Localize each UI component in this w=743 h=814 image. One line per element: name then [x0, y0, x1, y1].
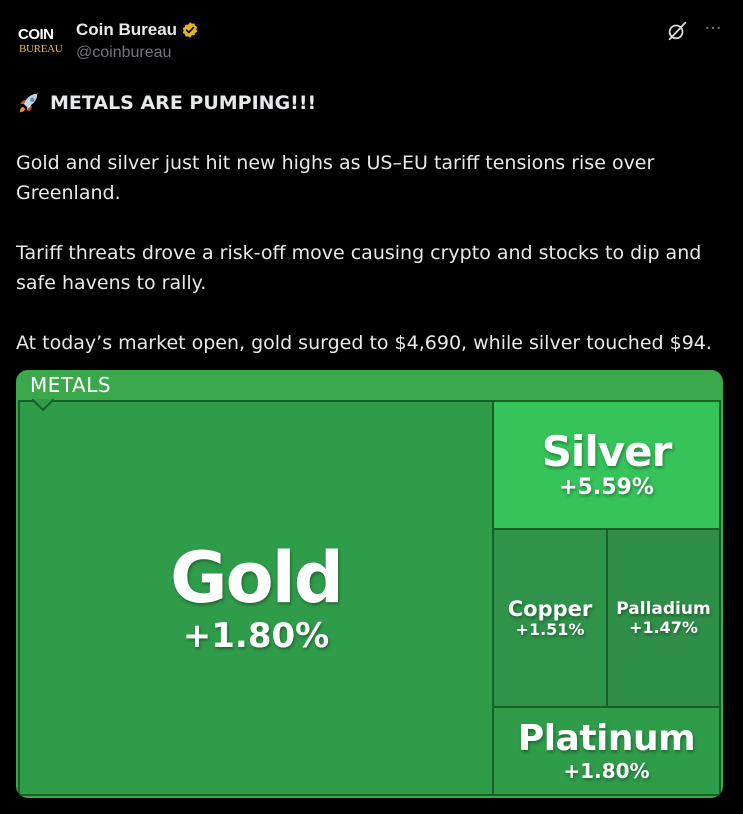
post-paragraph-2: Tariff threats drove a risk-off move cau… — [16, 242, 702, 294]
post-header: COIN BUREAU Coin Bureau @coinbureau ··· — [16, 16, 727, 72]
display-name[interactable]: Coin Bureau — [76, 20, 177, 40]
post-text: METALS ARE PUMPING!!! Gold and silver ju… — [16, 88, 727, 358]
tile-silver-change: +5.59% — [559, 475, 654, 500]
grok-icon[interactable] — [666, 20, 688, 42]
handle[interactable]: @coinbureau — [76, 44, 171, 62]
tile-platinum: Platinum +1.80% — [492, 706, 721, 796]
tile-gold: Gold +1.80% — [18, 400, 494, 796]
tile-palladium-change: +1.47% — [629, 617, 698, 637]
name-row: Coin Bureau — [76, 18, 199, 42]
post-paragraph-3: At today’s market open, gold surged to $… — [16, 332, 712, 354]
tile-copper-name: Copper — [507, 596, 593, 621]
tile-silver: Silver +5.59% — [492, 400, 721, 530]
rocket-icon — [19, 92, 39, 113]
tile-gold-change: +1.80% — [182, 616, 330, 656]
treemap-header-label: METALS — [30, 373, 112, 397]
avatar[interactable]: COIN BUREAU — [16, 16, 66, 66]
treemap-caret-icon — [32, 399, 54, 411]
tile-palladium: Palladium +1.47% — [606, 528, 721, 708]
tile-copper: Copper +1.51% — [492, 528, 608, 708]
avatar-text-coin: COIN — [18, 26, 54, 43]
post-headline: METALS ARE PUMPING!!! — [50, 92, 317, 114]
tile-copper-change: +1.51% — [515, 619, 585, 639]
tile-platinum-name: Platinum — [517, 718, 696, 759]
verified-gold-badge-icon[interactable] — [181, 21, 199, 39]
post-headline-row: METALS ARE PUMPING!!! — [16, 88, 727, 118]
treemap-header: METALS — [16, 370, 723, 400]
tile-platinum-change: +1.80% — [563, 759, 650, 783]
tile-silver-name: Silver — [541, 427, 673, 476]
tile-gold-name: Gold — [170, 537, 344, 619]
tile-palladium-name: Palladium — [616, 598, 711, 619]
post-paragraph-1: Gold and silver just hit new highs as US… — [16, 152, 655, 204]
avatar-text-bureau: BUREAU — [19, 43, 63, 55]
more-options-icon[interactable]: ··· — [702, 18, 724, 40]
metals-treemap-image[interactable]: METALS Gold +1.80% Silver +5.59% Copper … — [16, 370, 723, 798]
